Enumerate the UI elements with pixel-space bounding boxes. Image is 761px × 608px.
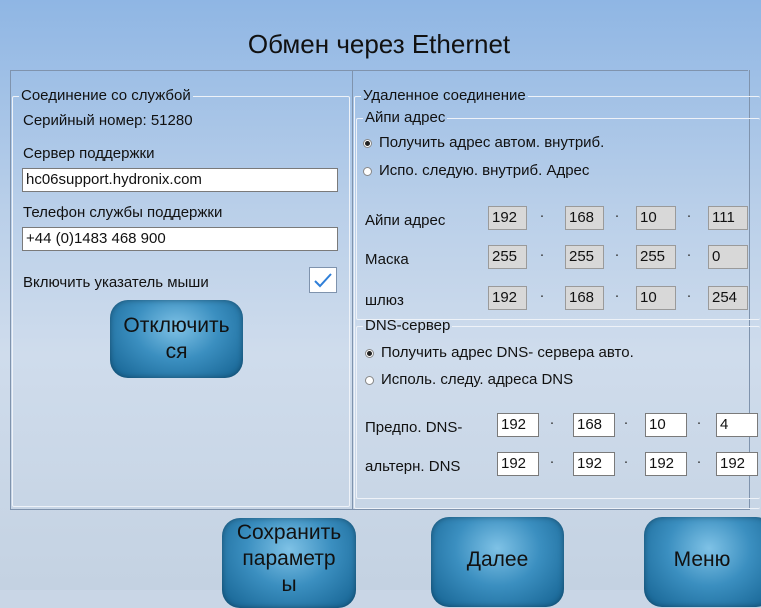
service-connection-title: Соединение со службой xyxy=(21,87,191,104)
separator-dot: · xyxy=(623,414,629,431)
alternate-dns-octet-2[interactable]: 192 xyxy=(573,452,615,476)
checkmark-icon xyxy=(314,273,332,288)
preferred-dns-octet-2[interactable]: 168 xyxy=(573,413,615,437)
alternate-dns-octet-4[interactable]: 192 xyxy=(716,452,758,476)
support-phone-label: Телефон службы поддержки xyxy=(23,204,223,221)
separator-dot: · xyxy=(549,453,555,470)
mouse-pointer-checkbox[interactable] xyxy=(309,267,337,293)
ip-auto-label: Получить адрес автом. внутриб. xyxy=(379,134,605,151)
separator-dot: · xyxy=(614,207,620,224)
mask-octet-2[interactable]: 255 xyxy=(565,245,604,269)
ip-label: Айпи адрес xyxy=(365,212,446,229)
menu-button[interactable]: Меню xyxy=(644,517,761,607)
separator-dot: · xyxy=(539,207,545,224)
support-server-field[interactable]: hc06support.hydronix.com xyxy=(22,168,338,192)
ip-octet-2[interactable]: 168 xyxy=(565,206,604,230)
preferred-dns-octet-3[interactable]: 10 xyxy=(645,413,687,437)
next-button[interactable]: Далее xyxy=(431,517,564,607)
ip-octet-1[interactable]: 192 xyxy=(488,206,527,230)
mask-label: Маска xyxy=(365,251,409,268)
separator-dot: · xyxy=(614,287,620,304)
preferred-dns-label: Предпо. DNS- xyxy=(365,419,463,436)
mask-octet-1[interactable]: 255 xyxy=(488,245,527,269)
separator-dot: · xyxy=(686,246,692,263)
gateway-octet-2[interactable]: 168 xyxy=(565,286,604,310)
dns-manual-radio[interactable] xyxy=(365,376,374,385)
separator-dot: · xyxy=(549,414,555,431)
page-title: Обмен через Ethernet xyxy=(10,18,748,71)
support-phone-field[interactable]: +44 (0)1483 468 900 xyxy=(22,227,338,251)
separator-dot: · xyxy=(539,246,545,263)
dns-manual-label: Исполь. следу. адреса DNS xyxy=(381,371,574,388)
remote-connection-title: Удаленное соединение xyxy=(363,87,526,104)
mask-octet-3[interactable]: 255 xyxy=(636,245,676,269)
preferred-dns-octet-4[interactable]: 4 xyxy=(716,413,758,437)
dns-auto-radio[interactable] xyxy=(365,349,374,358)
ip-octet-4[interactable]: 111 xyxy=(708,206,748,230)
alternate-dns-octet-3[interactable]: 192 xyxy=(645,452,687,476)
ip-auto-radio[interactable] xyxy=(363,139,372,148)
ip-manual-label: Испо. следую. внутриб. Адрес xyxy=(379,162,590,179)
panel-divider xyxy=(352,70,353,510)
separator-dot: · xyxy=(539,287,545,304)
gateway-label: шлюз xyxy=(365,292,404,309)
alternate-dns-octet-1[interactable]: 192 xyxy=(497,452,539,476)
ip-address-group-title: Айпи адрес xyxy=(365,109,446,126)
separator-dot: · xyxy=(623,453,629,470)
separator-dot: · xyxy=(614,246,620,263)
separator-dot: · xyxy=(686,207,692,224)
separator-dot: · xyxy=(696,414,702,431)
dns-auto-label: Получить адрес DNS- сервера авто. xyxy=(381,344,634,361)
separator-dot: · xyxy=(696,453,702,470)
separator-dot: · xyxy=(686,287,692,304)
dns-server-group-title: DNS-сервер xyxy=(365,317,451,334)
alternate-dns-label: альтерн. DNS xyxy=(365,458,461,475)
preferred-dns-octet-1[interactable]: 192 xyxy=(497,413,539,437)
disconnect-button[interactable]: Отключить ся xyxy=(110,300,243,378)
gateway-octet-1[interactable]: 192 xyxy=(488,286,527,310)
serial-number-label: Серийный номер: 51280 xyxy=(23,112,193,129)
ip-manual-radio[interactable] xyxy=(363,167,372,176)
save-settings-button[interactable]: Сохранить параметр ы xyxy=(222,518,356,608)
ip-octet-3[interactable]: 10 xyxy=(636,206,676,230)
support-server-label: Сервер поддержки xyxy=(23,145,155,162)
mouse-pointer-label: Включить указатель мыши xyxy=(23,274,209,291)
gateway-octet-4[interactable]: 254 xyxy=(708,286,748,310)
gateway-octet-3[interactable]: 10 xyxy=(636,286,676,310)
mask-octet-4[interactable]: 0 xyxy=(708,245,748,269)
